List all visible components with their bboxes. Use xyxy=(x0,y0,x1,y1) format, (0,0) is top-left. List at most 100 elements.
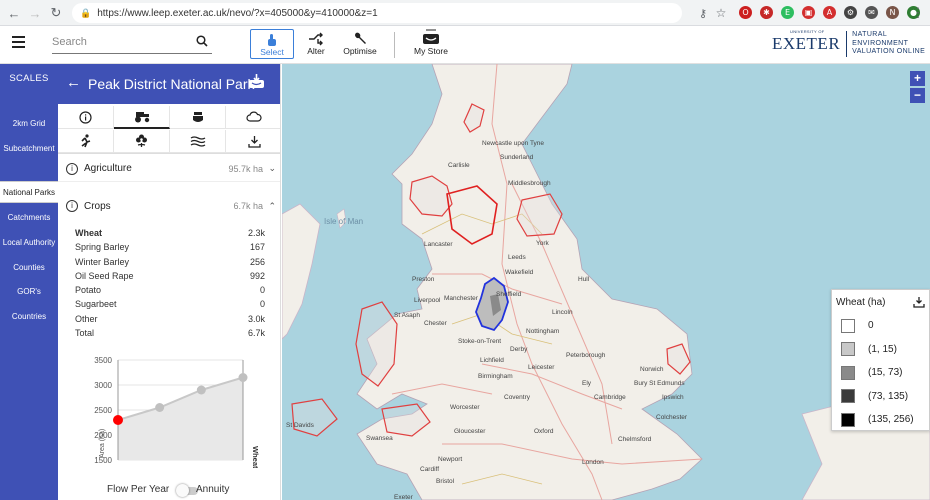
running-recreation-icon[interactable] xyxy=(58,130,114,153)
map-place-label: York xyxy=(536,240,549,247)
map-place-label: Liverpool xyxy=(414,297,441,304)
toggle-knob[interactable] xyxy=(176,484,189,497)
shuffle-icon xyxy=(301,29,331,46)
evernote-icon[interactable]: E xyxy=(781,6,794,19)
crop-value: 992 xyxy=(249,270,265,281)
y-tick-label: 3500 xyxy=(94,356,112,365)
panel-header: ← Peak District National Park xyxy=(58,64,280,104)
crop-name: Oil Seed Rape xyxy=(75,270,134,281)
crop-row: Wheat 2.3k xyxy=(75,228,265,242)
alter-tool-button[interactable]: Alter xyxy=(301,29,331,59)
pdf-icon[interactable]: ▣ xyxy=(802,6,815,19)
optimise-tool-button[interactable]: Optimise xyxy=(338,29,382,59)
zoom-in-button[interactable]: + xyxy=(910,71,925,86)
logo-subtitle-line-2: VALUATION ONLINE xyxy=(852,48,926,56)
app-header: Select Alter Optimise My Store UNIVERSIT… xyxy=(0,26,930,64)
legend-item: (15, 73) xyxy=(841,365,902,380)
back-arrow-icon[interactable]: ← xyxy=(66,74,81,91)
crops-section-row[interactable]: i Crops 6.7k ha ⌃ xyxy=(58,193,280,219)
store-inbox-icon xyxy=(410,24,452,46)
search-icon[interactable] xyxy=(196,35,208,50)
reload-icon[interactable]: ↻ xyxy=(45,2,67,24)
forward-arrow-icon[interactable]: → xyxy=(24,2,46,24)
star-icon[interactable]: ☆ xyxy=(710,2,732,24)
opera-icon[interactable]: O xyxy=(739,6,752,19)
flow-annuity-toggle[interactable]: Flow Per Year Annuity xyxy=(58,482,280,498)
map-place-label: Hull xyxy=(578,276,590,283)
scales-sidebar: SCALES 2km Grid Subcatchment National Pa… xyxy=(0,64,58,500)
legend-swatch xyxy=(841,318,855,333)
chart-point xyxy=(238,373,248,382)
scale-item-subcatchment[interactable]: Subcatchment xyxy=(0,144,58,153)
crop-row: Other 3.0k xyxy=(75,314,265,328)
waves-water-quality-icon[interactable] xyxy=(170,130,226,153)
crop-row: Total 6.7k xyxy=(75,328,265,342)
crop-name: Other xyxy=(75,313,98,324)
map-place-label: Nottingham xyxy=(526,328,560,335)
select-tool-button[interactable]: Select xyxy=(250,29,294,59)
search-box xyxy=(52,32,212,54)
gear-extension-icon[interactable]: ⚙ xyxy=(844,6,857,19)
tractor-agriculture-icon[interactable] xyxy=(114,106,170,129)
annuity-label: Annuity xyxy=(196,484,230,495)
scale-item-counties[interactable]: Counties xyxy=(0,263,58,272)
water-tap-icon[interactable] xyxy=(170,106,226,129)
menu-dots-icon[interactable]: ⋮ xyxy=(907,2,929,24)
legend-label: (73, 135) xyxy=(868,390,909,402)
lastpass-icon[interactable]: ✱ xyxy=(760,6,773,19)
profile-avatar[interactable]: N xyxy=(886,6,899,19)
logo-top-text: UNIVERSITY OF xyxy=(790,29,825,34)
scale-item-national-parks[interactable]: National Parks xyxy=(0,181,58,203)
flower-biodiversity-icon[interactable] xyxy=(114,130,170,153)
legend-swatch xyxy=(841,389,855,403)
search-input[interactable] xyxy=(52,32,187,52)
my-store-button[interactable]: My Store xyxy=(410,24,452,56)
crop-row: Spring Barley 167 xyxy=(75,242,265,256)
map-place-label: Isle of Man xyxy=(324,217,364,226)
info-icon: i xyxy=(66,200,78,212)
back-arrow-icon[interactable]: ← xyxy=(3,2,25,24)
scale-item-local-authority[interactable]: Local Authority xyxy=(0,238,58,247)
scale-item-catchments[interactable]: Catchments xyxy=(0,213,58,222)
legend-label: (135, 256) xyxy=(868,414,914,425)
menu-icon[interactable] xyxy=(12,36,25,48)
crop-value: 167 xyxy=(249,242,265,253)
map-place-label: Peterborough xyxy=(566,352,606,359)
map-place-label: Manchester xyxy=(444,295,478,302)
scale-item-countries[interactable]: Countries xyxy=(0,312,58,321)
legend-download-icon[interactable] xyxy=(913,296,925,311)
crop-value: 256 xyxy=(249,256,265,267)
map-view[interactable]: Isle of Man Newcastle upon Tyne Sunderland… xyxy=(282,64,930,500)
map-place-label: Birmingham xyxy=(478,373,513,380)
mail-extension-icon[interactable]: ✉ xyxy=(865,6,878,19)
download-icon[interactable] xyxy=(226,130,280,153)
logo-subtitle: NATURAL ENVIRONMENT VALUATION ONLINE xyxy=(846,31,930,57)
legend-label: (15, 73) xyxy=(868,367,903,378)
map-place-label: Newport xyxy=(438,456,463,463)
map-place-label: Ely xyxy=(582,380,592,387)
map-place-label: Coventry xyxy=(504,394,531,401)
map-place-label: Cambridge xyxy=(594,394,626,401)
map-place-label: Exeter xyxy=(394,494,413,500)
legend-label: 0 xyxy=(868,320,874,331)
scale-item-gors[interactable]: GOR's xyxy=(0,287,58,296)
crop-row: Winter Barley 256 xyxy=(75,257,265,271)
crop-name: Total xyxy=(75,328,95,339)
address-bar[interactable]: 🔒 https://www.leep.exeter.ac.uk/nevo/?x=… xyxy=(72,3,682,23)
crop-value: 6.7k xyxy=(247,328,265,339)
crop-name: Spring Barley xyxy=(75,242,130,253)
cloud-carbon-icon[interactable] xyxy=(226,106,280,129)
logo-subtitle-line-1: NATURAL ENVIRONMENT xyxy=(852,31,909,47)
agriculture-section-row[interactable]: i Agriculture 95.7k ha ⌄ xyxy=(58,156,280,182)
panel-title: Peak District National Park xyxy=(88,76,255,92)
browser-toolbar: ← → ↻ 🔒 https://www.leep.exeter.ac.uk/ne… xyxy=(0,0,930,26)
save-to-store-icon[interactable] xyxy=(248,74,265,92)
scale-item-2km-grid[interactable]: 2km Grid xyxy=(0,119,58,128)
map-place-label: Leicester xyxy=(528,364,555,371)
chevron-up-icon: ⌃ xyxy=(268,200,276,211)
info-category-icon[interactable] xyxy=(58,106,114,129)
legend-item: (135, 256) xyxy=(841,412,914,427)
map-place-label: Swansea xyxy=(366,435,393,442)
zoom-out-button[interactable]: − xyxy=(910,88,925,103)
adblock-icon[interactable]: A xyxy=(823,6,836,19)
